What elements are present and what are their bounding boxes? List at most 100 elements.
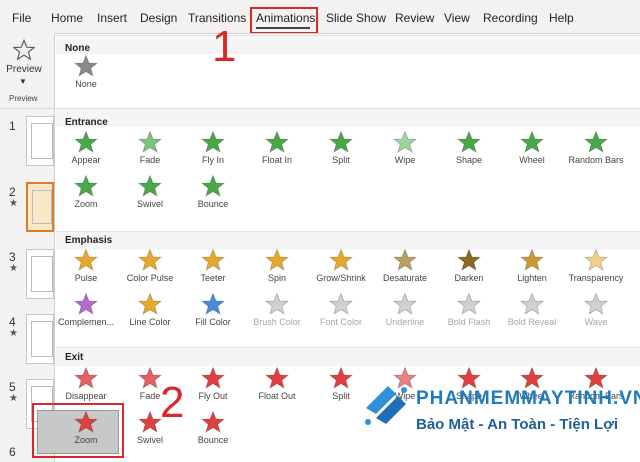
star-icon bbox=[138, 366, 162, 389]
star-icon bbox=[265, 292, 289, 315]
effect-entrance-appear[interactable]: Appear bbox=[53, 130, 119, 170]
tab-home[interactable]: Home bbox=[51, 11, 83, 25]
effect-entrance-fly-in[interactable]: Fly In bbox=[180, 130, 246, 170]
star-icon bbox=[74, 174, 98, 197]
effect-entrance-float-in[interactable]: Float In bbox=[244, 130, 310, 170]
animation-marker-icon: ★ bbox=[9, 263, 18, 274]
section-header-bar bbox=[56, 347, 640, 366]
animations-tab-highlight bbox=[250, 7, 318, 34]
star-icon bbox=[393, 248, 417, 271]
effect-emphasis-font-color: Font Color bbox=[308, 292, 374, 332]
effect-entrance-wipe[interactable]: Wipe bbox=[372, 130, 438, 170]
tab-slide-show[interactable]: Slide Show bbox=[326, 11, 386, 25]
effect-emphasis-wave: Wave bbox=[563, 292, 629, 332]
effect-label: Wheel bbox=[519, 155, 545, 165]
effect-label: Bounce bbox=[197, 199, 229, 209]
effect-exit-fly-out[interactable]: Fly Out bbox=[180, 366, 246, 406]
ribbon-tab-bar: File Home Insert Design Transitions Anim… bbox=[0, 0, 640, 37]
effect-emphasis-fill-color[interactable]: Fill Color bbox=[180, 292, 246, 332]
effect-emphasis-lighten[interactable]: Lighten bbox=[499, 248, 565, 288]
effect-emphasis-underline: Underline bbox=[372, 292, 438, 332]
slide-thumbnail-content bbox=[32, 190, 52, 224]
tab-file[interactable]: File bbox=[12, 11, 31, 25]
effect-emphasis-grow-shrink[interactable]: Grow/Shrink bbox=[308, 248, 374, 288]
left-panel: Preview ▼ Preview 1 2 ★ 3 ★ 4 ★ 5 ★ 6 bbox=[0, 37, 54, 462]
effect-label: Swivel bbox=[136, 435, 163, 445]
star-icon bbox=[457, 130, 481, 153]
star-icon bbox=[138, 292, 162, 315]
star-icon bbox=[201, 292, 225, 315]
tab-design[interactable]: Design bbox=[140, 11, 177, 25]
star-icon bbox=[74, 54, 98, 77]
effect-label: Desaturate bbox=[382, 273, 428, 283]
animation-marker-icon: ★ bbox=[9, 198, 18, 209]
star-icon bbox=[393, 292, 417, 315]
section-title-exit: Exit bbox=[65, 352, 84, 363]
effect-entrance-bounce[interactable]: Bounce bbox=[180, 174, 246, 214]
slide-thumbnail-3[interactable] bbox=[26, 249, 54, 299]
section-title-none: None bbox=[65, 43, 90, 54]
star-icon bbox=[584, 130, 608, 153]
step-callout-2: 2 bbox=[160, 378, 185, 427]
section-header-bar bbox=[56, 108, 640, 127]
slide-number: 6 bbox=[9, 445, 16, 459]
effect-label: Transparency bbox=[568, 273, 624, 283]
effect-label: Complemen... bbox=[57, 317, 115, 327]
star-icon bbox=[329, 292, 353, 315]
effect-label: Appear bbox=[71, 155, 101, 165]
effect-entrance-random-bars[interactable]: Random Bars bbox=[563, 130, 629, 170]
effect-label: Line Color bbox=[129, 317, 171, 327]
star-icon bbox=[457, 292, 481, 315]
star-icon bbox=[329, 366, 353, 389]
effect-entrance-wheel[interactable]: Wheel bbox=[499, 130, 565, 170]
chevron-down-icon[interactable]: ▼ bbox=[19, 77, 27, 86]
effect-entrance-swivel[interactable]: Swivel bbox=[117, 174, 183, 214]
effect-exit-bounce[interactable]: Bounce bbox=[180, 410, 246, 450]
section-title-emphasis: Emphasis bbox=[65, 235, 113, 246]
effect-emphasis-darken[interactable]: Darken bbox=[436, 248, 502, 288]
section-header-bar bbox=[56, 35, 640, 54]
effect-emphasis-color-pulse[interactable]: Color Pulse bbox=[117, 248, 183, 288]
slide-thumbnail-2[interactable] bbox=[26, 182, 54, 232]
tab-recording[interactable]: Recording bbox=[483, 11, 538, 25]
effect-entrance-zoom[interactable]: Zoom bbox=[53, 174, 119, 214]
slide-thumbnail-content bbox=[31, 256, 53, 292]
effect-emphasis-teeter[interactable]: Teeter bbox=[180, 248, 246, 288]
effect-label: Grow/Shrink bbox=[316, 273, 366, 283]
star-icon bbox=[201, 248, 225, 271]
effect-entrance-shape[interactable]: Shape bbox=[436, 130, 502, 170]
effect-label: Pulse bbox=[74, 273, 98, 283]
effect-emphasis-complemen[interactable]: Complemen... bbox=[53, 292, 119, 332]
effect-emphasis-desaturate[interactable]: Desaturate bbox=[372, 248, 438, 288]
effect-none-none[interactable]: None bbox=[53, 54, 119, 94]
star-icon bbox=[520, 292, 544, 315]
effect-emphasis-line-color[interactable]: Line Color bbox=[117, 292, 183, 332]
effect-emphasis-pulse[interactable]: Pulse bbox=[53, 248, 119, 288]
effect-exit-float-out[interactable]: Float Out bbox=[244, 366, 310, 406]
star-icon bbox=[457, 366, 481, 389]
slide-number: 1 bbox=[9, 119, 16, 133]
effect-exit-disappear[interactable]: Disappear bbox=[53, 366, 119, 406]
star-icon bbox=[201, 366, 225, 389]
tab-help[interactable]: Help bbox=[549, 11, 574, 25]
preview-group-label: Preview bbox=[9, 94, 38, 103]
effect-label: Wipe bbox=[394, 155, 416, 165]
effect-label: Float Out bbox=[258, 391, 296, 401]
tab-review[interactable]: Review bbox=[395, 11, 434, 25]
preview-button[interactable]: Preview ▼ bbox=[4, 37, 44, 95]
slide-thumbnail-1[interactable] bbox=[26, 116, 54, 166]
star-icon bbox=[201, 130, 225, 153]
tab-view[interactable]: View bbox=[444, 11, 470, 25]
star-icon bbox=[329, 248, 353, 271]
star-icon bbox=[74, 366, 98, 389]
effect-entrance-split[interactable]: Split bbox=[308, 130, 374, 170]
star-icon bbox=[74, 248, 98, 271]
effect-emphasis-spin[interactable]: Spin bbox=[244, 248, 310, 288]
tab-insert[interactable]: Insert bbox=[97, 11, 127, 25]
effect-label: Font Color bbox=[319, 317, 363, 327]
effect-emphasis-transparency[interactable]: Transparency bbox=[563, 248, 629, 288]
effect-label: Disappear bbox=[65, 391, 107, 401]
effect-entrance-fade[interactable]: Fade bbox=[117, 130, 183, 170]
effect-label: Fill Color bbox=[195, 317, 231, 327]
slide-thumbnail-4[interactable] bbox=[26, 314, 54, 364]
